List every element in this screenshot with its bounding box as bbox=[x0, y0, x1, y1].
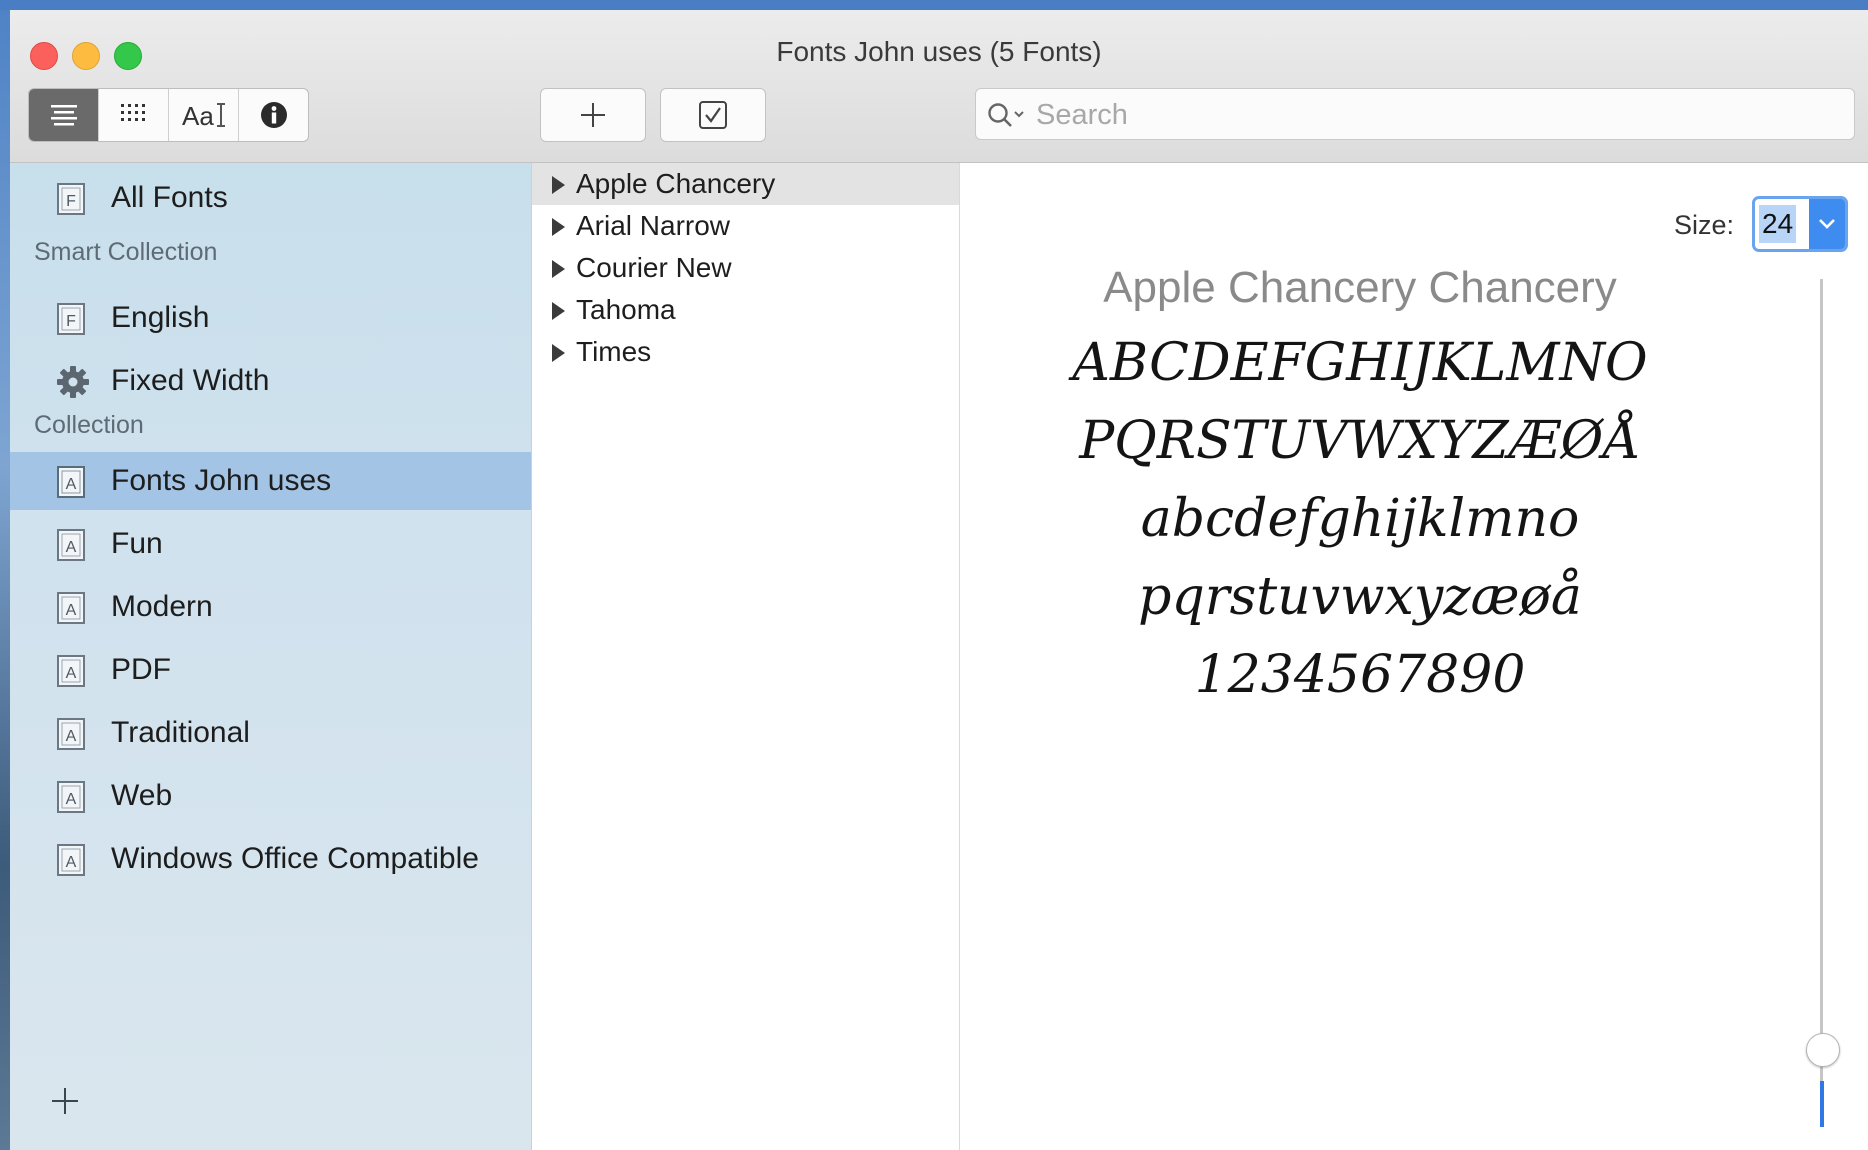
disclosure-triangle-icon[interactable] bbox=[552, 302, 565, 320]
svg-text:F: F bbox=[66, 193, 76, 210]
font-family-name: Tahoma bbox=[576, 294, 676, 325]
sidebar-item-web[interactable]: A Web bbox=[10, 767, 531, 825]
collection-icon: A bbox=[57, 466, 85, 498]
size-dropdown-button[interactable] bbox=[1809, 199, 1845, 249]
sidebar-item-fun[interactable]: A Fun bbox=[10, 515, 531, 573]
search-icon bbox=[988, 103, 1024, 127]
search-input[interactable] bbox=[1034, 89, 1838, 141]
info-icon bbox=[260, 102, 287, 128]
font-book-window: Fonts John uses (5 Fonts) Aa Search F Al… bbox=[10, 10, 1868, 1150]
sidebar-item-label: Fonts John uses bbox=[111, 464, 332, 497]
sidebar-item-pdf[interactable]: A PDF bbox=[10, 641, 531, 699]
collection-heading: Collection bbox=[34, 411, 144, 439]
size-slider-fill bbox=[1820, 1081, 1824, 1127]
font-file-icon: F bbox=[57, 183, 85, 215]
sidebar-item-fonts-john-uses[interactable]: A Fonts John uses bbox=[10, 452, 531, 510]
font-list-item[interactable]: Apple Chancery bbox=[532, 163, 959, 205]
font-family-name: Times bbox=[576, 336, 652, 367]
validate-font-button[interactable] bbox=[660, 88, 766, 142]
sidebar-item-label: English bbox=[111, 301, 210, 334]
sidebar-item-fixed-width[interactable]: Fixed Width bbox=[10, 352, 531, 410]
size-label: Size: bbox=[1674, 210, 1735, 240]
sidebar-item-label: Fun bbox=[111, 527, 163, 560]
sidebar-item-english[interactable]: F English bbox=[10, 289, 531, 347]
sidebar-item-windows-office-compatible[interactable]: A Windows Office Compatible bbox=[10, 830, 531, 888]
font-list-item[interactable]: Courier New bbox=[532, 247, 959, 289]
disclosure-triangle-icon[interactable] bbox=[552, 344, 565, 362]
list-icon bbox=[50, 105, 77, 126]
sidebar: F All Fonts Smart Collection F English F… bbox=[10, 163, 532, 1150]
disclosure-triangle-icon[interactable] bbox=[552, 260, 565, 278]
sidebar-item-modern[interactable]: A Modern bbox=[10, 578, 531, 636]
sidebar-item-label: PDF bbox=[111, 653, 171, 686]
sample-view-button[interactable]: Aa bbox=[169, 89, 239, 141]
disclosure-triangle-icon[interactable] bbox=[552, 176, 565, 194]
preview-sample-line: abcdefghijklmno bbox=[1140, 489, 1580, 549]
font-family-name: Courier New bbox=[576, 252, 732, 283]
list-view-button[interactable] bbox=[29, 89, 99, 141]
sidebar-item-all-fonts[interactable]: F All Fonts bbox=[10, 169, 531, 227]
svg-text:A: A bbox=[66, 791, 77, 808]
disclosure-triangle-icon[interactable] bbox=[552, 218, 565, 236]
desktop-background-edge bbox=[0, 10, 10, 1150]
window-title: Fonts John uses (5 Fonts) bbox=[776, 36, 1102, 67]
search-field[interactable] bbox=[975, 88, 1855, 141]
preview-sample-line: ABCDEFGHIJKLMNO bbox=[1072, 333, 1648, 393]
collection-icon: A bbox=[57, 781, 85, 813]
preview-sample-line: pqrstuvwxyzæøå bbox=[1138, 567, 1582, 627]
sidebar-item-label: Fixed Width bbox=[111, 364, 270, 397]
sidebar-item-label: All Fonts bbox=[111, 181, 228, 214]
grid-icon bbox=[120, 104, 145, 121]
preview-sample-line: PQRSTUVWXYZÆØÅ bbox=[1079, 411, 1641, 471]
svg-text:A: A bbox=[66, 602, 77, 619]
sidebar-item-label: Modern bbox=[111, 590, 213, 623]
info-view-button[interactable] bbox=[239, 89, 308, 141]
svg-text:A: A bbox=[66, 728, 77, 745]
title-bar: Fonts John uses (5 Fonts) Aa Search bbox=[10, 10, 1868, 163]
svg-text:F: F bbox=[66, 313, 76, 330]
svg-text:A: A bbox=[66, 476, 77, 493]
font-family-name: Apple Chancery bbox=[576, 168, 776, 199]
add-font-button[interactable] bbox=[540, 88, 646, 142]
sidebar-item-label: Windows Office Compatible bbox=[111, 842, 479, 875]
font-file-icon: F bbox=[57, 303, 85, 335]
checkbox-icon bbox=[699, 101, 727, 129]
sidebar-item-label: Traditional bbox=[111, 716, 250, 749]
svg-text:Aa: Aa bbox=[182, 101, 214, 130]
font-family-name: Arial Narrow bbox=[576, 210, 731, 241]
collection-icon: A bbox=[57, 655, 85, 687]
sidebar-item-label: Web bbox=[111, 779, 173, 812]
svg-text:A: A bbox=[66, 665, 77, 682]
size-value[interactable]: 24 bbox=[1759, 205, 1797, 243]
size-slider-knob[interactable] bbox=[1806, 1033, 1840, 1067]
preview-sample-line: 1234567890 bbox=[1194, 645, 1526, 705]
view-mode-segmented-control: Aa bbox=[28, 88, 309, 142]
font-list-item[interactable]: Tahoma bbox=[532, 289, 959, 331]
size-combo-box[interactable]: 24 bbox=[1752, 196, 1848, 252]
font-list-item[interactable]: Times bbox=[532, 331, 959, 373]
font-list-item[interactable]: Arial Narrow bbox=[532, 205, 959, 247]
add-collection-button[interactable] bbox=[50, 1083, 80, 1123]
svg-text:A: A bbox=[66, 854, 77, 871]
size-slider-track[interactable] bbox=[1820, 279, 1823, 1111]
sample-text-icon: Aa bbox=[182, 101, 225, 130]
smart-collection-heading: Smart Collection bbox=[34, 238, 218, 266]
collection-icon: A bbox=[57, 718, 85, 750]
collection-icon: A bbox=[57, 844, 85, 876]
gear-icon bbox=[57, 366, 89, 398]
font-list: Apple Chancery Arial Narrow Courier New … bbox=[532, 163, 960, 1150]
desktop-background bbox=[0, 0, 1868, 10]
svg-text:A: A bbox=[66, 539, 77, 556]
collection-icon: A bbox=[57, 529, 85, 561]
collection-icon: A bbox=[57, 592, 85, 624]
grid-view-button[interactable] bbox=[99, 89, 169, 141]
font-preview-pane: Size: 24 Apple Chancery Chancery ABCDEFG… bbox=[960, 163, 1868, 1150]
preview-font-title: Apple Chancery Chancery bbox=[1103, 263, 1617, 312]
chevron-down-icon bbox=[1819, 219, 1835, 229]
plus-icon bbox=[581, 103, 605, 127]
sidebar-item-traditional[interactable]: A Traditional bbox=[10, 704, 531, 762]
plus-icon bbox=[52, 1088, 78, 1114]
